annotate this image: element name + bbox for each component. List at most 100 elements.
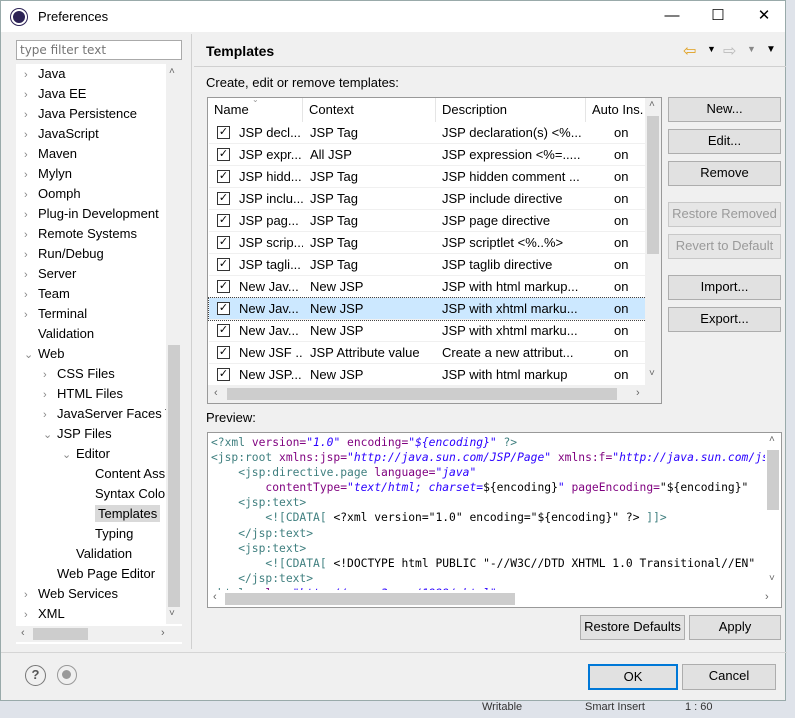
row-checkbox[interactable]: ✓ [217,324,230,337]
row-checkbox[interactable]: ✓ [217,148,230,161]
preview-horizontal-scrollbar[interactable]: ‹ › [208,590,781,607]
row-checkbox[interactable]: ✓ [217,280,230,293]
row-checkbox[interactable]: ✓ [217,236,230,249]
table-row[interactable]: ✓ New JSF ... JSP Attribute value Create… [209,342,646,364]
tree-item[interactable]: › Remote Systems [24,224,137,244]
tree-vertical-scrollbar[interactable]: ˄ ˅ [166,64,182,624]
maximize-button[interactable]: ☐ [695,1,741,32]
chevron-down-icon[interactable]: ⌄ [24,345,38,365]
table-vertical-scrollbar[interactable]: ˄ ˅ [645,98,661,385]
row-checkbox[interactable]: ✓ [217,192,230,205]
table-row[interactable]: ✓ New Jav... New JSP JSP with xhtml mark… [208,297,647,321]
chevron-right-icon[interactable]: › [24,85,38,105]
back-arrow-icon[interactable]: ⇦ [683,41,696,61]
table-row[interactable]: ✓ JSP scrip... JSP Tag JSP scriptlet <%.… [209,232,646,254]
table-horizontal-scrollbar[interactable]: ‹ › [208,385,661,403]
tree-item[interactable]: › Java Persistence [24,104,137,124]
column-header-context[interactable]: Context [303,98,436,122]
chevron-right-icon[interactable]: › [24,205,38,225]
chevron-right-icon[interactable]: › [43,405,57,425]
sash-divider[interactable] [191,34,192,649]
cancel-button[interactable]: Cancel [682,664,776,690]
column-header-auto-insert[interactable]: Auto Ins. [586,98,646,122]
tree-item[interactable]: Validation [24,324,94,344]
forward-menu-chevron-icon[interactable]: ▼ [747,44,756,54]
tree-item[interactable]: Content Ass [81,464,165,484]
chevron-right-icon[interactable]: › [24,305,38,325]
forward-arrow-icon[interactable]: ⇨ [723,41,736,61]
table-row[interactable]: ✓ New Jav... New JSP JSP with html marku… [209,276,646,298]
tree-item[interactable]: › Oomph [24,184,81,204]
chevron-right-icon[interactable]: › [24,225,38,245]
filter-input[interactable] [16,40,182,60]
tree-item[interactable]: › Mylyn [24,164,72,184]
tree-item[interactable]: Web Page Editor [43,564,155,584]
chevron-right-icon[interactable]: › [43,385,57,405]
tree-item[interactable]: › Java [24,64,65,84]
restore-defaults-button[interactable]: Restore Defaults [580,615,685,640]
revert-to-default-button[interactable]: Revert to Default [668,234,781,259]
minimize-button[interactable]: — [649,1,695,32]
close-button[interactable]: ✕ [741,1,787,32]
chevron-right-icon[interactable]: › [24,585,38,605]
row-checkbox[interactable]: ✓ [217,302,230,315]
row-checkbox[interactable]: ✓ [217,368,230,381]
import-button[interactable]: Import... [668,275,781,300]
restore-removed-button[interactable]: Restore Removed [668,202,781,227]
edit-button[interactable]: Edit... [668,129,781,154]
tree-item[interactable]: › JavaScript [24,124,99,144]
tree-item[interactable]: Syntax Colo [81,484,165,504]
chevron-down-icon[interactable]: ⌄ [62,445,76,465]
ok-button[interactable]: OK [588,664,678,690]
chevron-right-icon[interactable]: › [24,265,38,285]
tree-item[interactable]: › Run/Debug [24,244,104,264]
table-row[interactable]: ✓ JSP hidd... JSP Tag JSP hidden comment… [209,166,646,188]
table-row[interactable]: ✓ JSP tagli... JSP Tag JSP taglib direct… [209,254,646,276]
row-checkbox[interactable]: ✓ [217,214,230,227]
table-row[interactable]: ✓ New Jav... New JSP JSP with xhtml mark… [209,320,646,342]
tree-item[interactable]: › JavaServer Faces T [43,404,173,424]
table-row[interactable]: ✓ JSP inclu... JSP Tag JSP include direc… [209,188,646,210]
tree-item[interactable]: Templates [81,504,161,524]
chevron-right-icon[interactable]: › [24,245,38,265]
tree-item[interactable]: › Team [24,284,70,304]
preview-vertical-scrollbar[interactable]: ˄ ˅ [765,433,781,590]
table-row[interactable]: ✓ JSP expr... All JSP JSP expression <%=… [209,144,646,166]
chevron-right-icon[interactable]: › [24,125,38,145]
tree-item[interactable]: › Terminal [24,304,87,324]
tree-item[interactable]: Typing [81,524,133,544]
tree-item[interactable]: ⌄ Editor [62,444,110,464]
new-button[interactable]: New... [668,97,781,122]
chevron-down-icon[interactable]: ⌄ [43,425,57,445]
table-row[interactable]: ✓ JSP pag... JSP Tag JSP page directive … [209,210,646,232]
preview-code-viewer[interactable]: <?xml version="1.0" encoding="${encoding… [207,432,782,608]
table-row[interactable]: ✓ JSP decl... JSP Tag JSP declaration(s)… [209,122,646,144]
chevron-right-icon[interactable]: › [24,65,38,85]
tree-item[interactable]: › Plug-in Development [24,204,159,224]
back-menu-chevron-icon[interactable]: ▼ [707,44,716,54]
column-header-description[interactable]: Description [436,98,586,122]
record-settings-icon[interactable] [57,665,77,685]
remove-button[interactable]: Remove [668,161,781,186]
table-row[interactable]: ✓ New JSP... New JSP JSP with html marku… [209,364,646,386]
help-icon[interactable]: ? [25,665,46,686]
tree-horizontal-scrollbar[interactable]: ‹ › [16,626,182,642]
tree-item[interactable]: ⌄ Web [24,344,65,364]
export-button[interactable]: Export... [668,307,781,332]
chevron-right-icon[interactable]: › [24,165,38,185]
chevron-right-icon[interactable]: › [43,365,57,385]
chevron-right-icon[interactable]: › [24,145,38,165]
chevron-right-icon[interactable]: › [24,605,38,625]
tree-item[interactable]: › XML [24,604,65,624]
tree-item[interactable]: › HTML Files [43,384,123,404]
tree-item[interactable]: › Maven [24,144,77,164]
tree-item[interactable]: Validation [62,544,132,564]
row-checkbox[interactable]: ✓ [217,346,230,359]
tree-item[interactable]: ⌄ JSP Files [43,424,112,444]
tree-item[interactable]: › Server [24,264,76,284]
chevron-right-icon[interactable]: › [24,185,38,205]
chevron-right-icon[interactable]: › [24,105,38,125]
apply-button[interactable]: Apply [689,615,781,640]
row-checkbox[interactable]: ✓ [217,258,230,271]
row-checkbox[interactable]: ✓ [217,126,230,139]
